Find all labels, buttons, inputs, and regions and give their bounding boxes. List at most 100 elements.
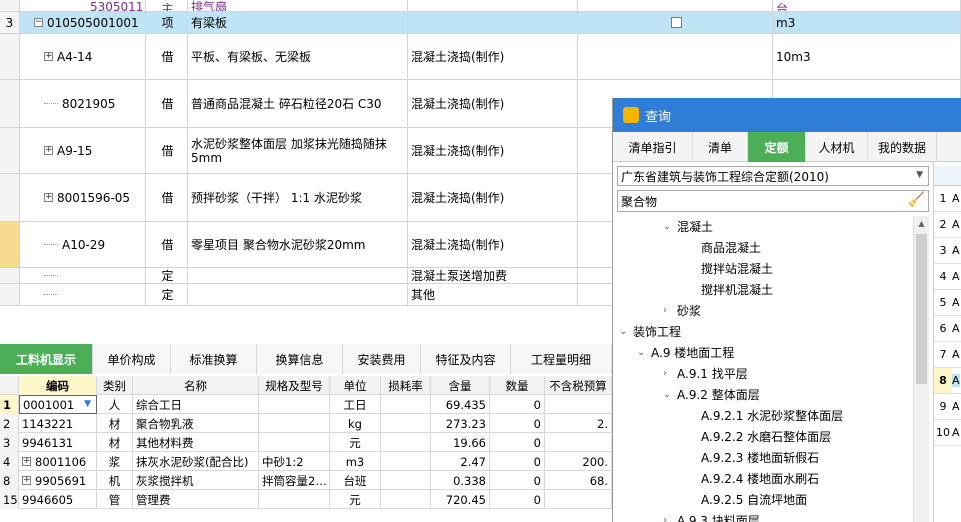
- cell-unit[interactable]: kg: [330, 414, 381, 433]
- tree-node[interactable]: 搅拌机混凝土: [683, 279, 773, 300]
- chevron-down-icon[interactable]: ⌄: [663, 221, 677, 232]
- result-row[interactable]: 7A: [934, 342, 961, 368]
- top-cell[interactable]: −010505001001: [20, 12, 146, 33]
- expand-plus-icon[interactable]: +: [44, 146, 53, 155]
- chevron-right-icon[interactable]: ›: [663, 305, 677, 316]
- cell-price[interactable]: [545, 395, 612, 414]
- tab-3[interactable]: 换算信息: [257, 344, 343, 374]
- cell-loss[interactable]: [381, 452, 431, 471]
- cell-name[interactable]: 管理费: [133, 490, 259, 509]
- cell-loss[interactable]: [381, 433, 431, 452]
- chevron-down-icon[interactable]: ⌄: [637, 347, 651, 358]
- cell-amount[interactable]: 0: [490, 452, 545, 471]
- top-row[interactable]: + A4-14 借 平板、有梁板、无梁板 混凝土浇捣(制作) 10m3: [0, 34, 961, 80]
- dialog-tab-2[interactable]: 定额: [748, 132, 806, 162]
- cell-unit[interactable]: 元: [330, 490, 381, 509]
- top-cell[interactable]: 借: [148, 128, 188, 173]
- header-cell[interactable]: 编码: [19, 376, 97, 395]
- cell-qty[interactable]: 720.45: [431, 490, 490, 509]
- chevron-down-icon[interactable]: ⌄: [619, 326, 633, 337]
- scroll-thumb[interactable]: [916, 234, 927, 384]
- result-row[interactable]: 8A: [934, 368, 961, 394]
- collapse-minus-icon[interactable]: −: [34, 18, 43, 27]
- top-cell[interactable]: [408, 0, 578, 11]
- cell-qty[interactable]: 2.47: [431, 452, 490, 471]
- top-cell[interactable]: 混凝土浇捣(制作): [408, 222, 578, 267]
- cell-name[interactable]: 灰浆搅拌机: [133, 471, 259, 490]
- header-cell[interactable]: 不含税预算: [545, 376, 612, 395]
- tree-node[interactable]: A.9.2.3 楼地面斩假石: [683, 447, 819, 468]
- cell-qty[interactable]: 69.435: [431, 395, 490, 414]
- cell-name[interactable]: 聚合物乳液: [133, 414, 259, 433]
- cell-unit[interactable]: m3: [330, 452, 381, 471]
- cell-code[interactable]: +8001106: [19, 452, 97, 471]
- cell-unit[interactable]: 元: [330, 433, 381, 452]
- row-checkbox[interactable]: [671, 17, 682, 28]
- top-cell[interactable]: [578, 34, 773, 79]
- cell-spec[interactable]: [259, 395, 330, 414]
- cell-amount[interactable]: 0: [490, 471, 545, 490]
- top-cell[interactable]: [578, 0, 773, 11]
- top-cell[interactable]: +8001596-05: [20, 174, 146, 221]
- top-cell[interactable]: 普通商品混凝土 碎石粒径20石 C30: [188, 80, 408, 127]
- result-row[interactable]: 5A: [934, 290, 961, 316]
- tree-node[interactable]: 搅拌站混凝土: [683, 258, 773, 279]
- result-row[interactable]: 9A: [934, 394, 961, 420]
- tree-node[interactable]: A.9.2.1 水泥砂浆整体面层: [683, 405, 843, 426]
- table-row[interactable]: 2 1143221 材聚合物乳液 kg 273.23 0 2.: [0, 414, 612, 433]
- top-cell[interactable]: 水泥砂浆整体面层 加浆抹光随捣随抹5mm: [188, 128, 408, 173]
- dialog-tab-1[interactable]: 清单: [693, 132, 748, 162]
- dropdown-arrow-icon[interactable]: ▼: [84, 399, 91, 409]
- dialog-tab-4[interactable]: 我的数据: [868, 132, 937, 162]
- tree-node[interactable]: A.9.2.5 自流坪地面: [683, 489, 807, 510]
- cell-type[interactable]: 管: [97, 490, 133, 509]
- cell-loss[interactable]: [381, 414, 431, 433]
- tab-0[interactable]: 工料机显示: [0, 344, 93, 374]
- cell-code[interactable]: 9946131: [19, 433, 97, 452]
- tab-2[interactable]: 标准换算: [171, 344, 257, 374]
- cell-price[interactable]: [545, 490, 612, 509]
- top-cell[interactable]: 5305011: [20, 0, 146, 11]
- table-row[interactable]: 15 9946605 管管理费 元 720.45 0: [0, 490, 612, 509]
- tab-6[interactable]: 工程量明细: [511, 344, 612, 374]
- cell-qty[interactable]: 0.338: [431, 471, 490, 490]
- cell-qty[interactable]: 19.66: [431, 433, 490, 452]
- top-cell[interactable]: [578, 12, 773, 33]
- chevron-right-icon[interactable]: ›: [663, 368, 677, 379]
- cell-loss[interactable]: [381, 471, 431, 490]
- top-cell[interactable]: 项: [148, 12, 188, 33]
- cell-name[interactable]: 综合工日: [133, 395, 259, 414]
- top-cell[interactable]: 其他: [408, 284, 578, 305]
- top-cell[interactable]: 混凝土浇捣(制作): [408, 80, 578, 127]
- cell-unit[interactable]: 台班: [330, 471, 381, 490]
- chevron-down-icon[interactable]: ⌄: [663, 389, 677, 400]
- tree-node[interactable]: A.9.2.2 水磨石整体面层: [683, 426, 831, 447]
- result-row[interactable]: 1A: [934, 186, 961, 212]
- top-cell[interactable]: 混凝土泵送增加费: [408, 268, 578, 283]
- cell-amount[interactable]: 0: [490, 395, 545, 414]
- tree-node[interactable]: 商品混凝土: [683, 237, 761, 258]
- search-input[interactable]: 聚合物 🧹: [617, 190, 929, 212]
- header-cell[interactable]: 单位: [330, 376, 381, 395]
- top-cell[interactable]: 定: [148, 268, 188, 283]
- top-cell[interactable]: 混凝土浇捣(制作): [408, 128, 578, 173]
- cell-spec[interactable]: [259, 490, 330, 509]
- tab-4[interactable]: 安装费用: [343, 344, 421, 374]
- cell-loss[interactable]: [381, 395, 431, 414]
- cell-unit[interactable]: 工日: [330, 395, 381, 414]
- cell-price[interactable]: 200.: [545, 452, 612, 471]
- cell-code[interactable]: 1143221: [19, 414, 97, 433]
- top-cell[interactable]: [408, 12, 578, 33]
- top-cell[interactable]: + A9-15: [20, 128, 146, 173]
- top-cell[interactable]: 借: [148, 80, 188, 127]
- tree-node[interactable]: ⌄ A.9.2 整体面层: [663, 384, 760, 405]
- result-row[interactable]: 3A: [934, 238, 961, 264]
- header-cell[interactable]: [0, 376, 19, 395]
- cell-spec[interactable]: 中砂1:2: [259, 452, 330, 471]
- top-cell[interactable]: m3: [773, 12, 961, 33]
- top-cell[interactable]: 借: [148, 34, 188, 79]
- scroll-up-icon[interactable]: ▲: [914, 216, 929, 232]
- quota-library-select[interactable]: 广东省建筑与装饰工程综合定额(2010) ▼: [617, 166, 929, 186]
- table-row[interactable]: 4 +8001106 浆抹灰水泥砂浆(配合比) 中砂1:2 m3 2.47 0 200.: [0, 452, 612, 471]
- tab-5[interactable]: 特征及内容: [421, 344, 511, 374]
